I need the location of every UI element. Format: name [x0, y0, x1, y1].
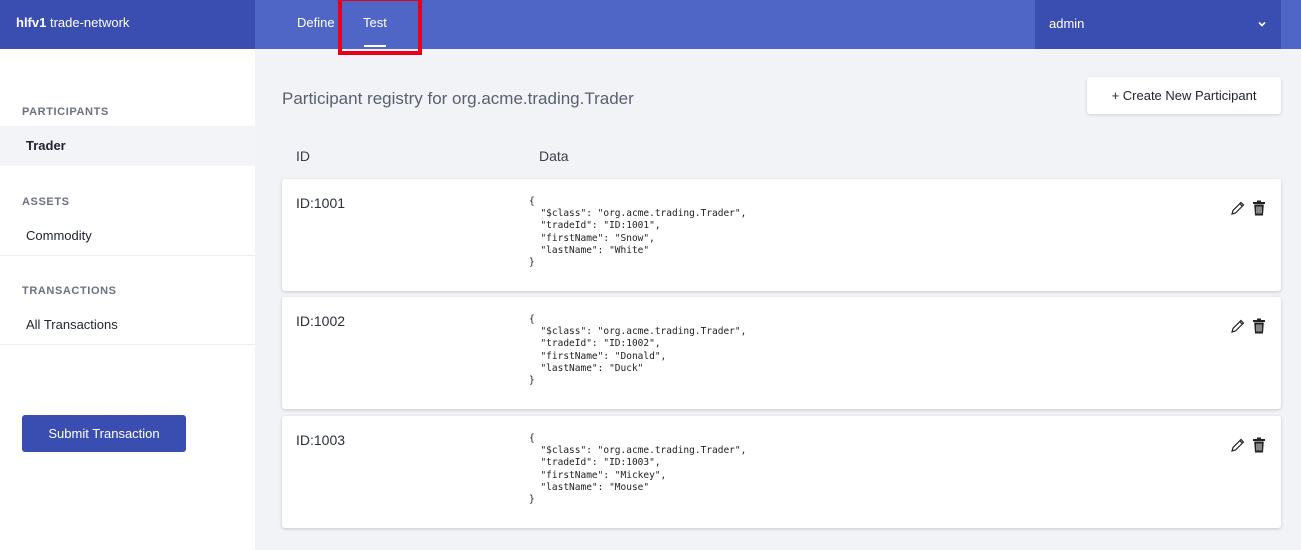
- submit-transaction-button[interactable]: Submit Transaction: [22, 415, 186, 452]
- brand-name: hlfv1: [16, 15, 47, 30]
- tab-test[interactable]: Test: [363, 0, 387, 49]
- row-data: { "$class": "org.acme.trading.Trader", "…: [529, 314, 747, 387]
- section-title-transactions: TRANSACTIONS: [22, 285, 117, 297]
- active-tab-indicator: [364, 45, 386, 47]
- user-name: admin: [1049, 16, 1085, 31]
- pencil-icon[interactable]: [1230, 437, 1246, 453]
- tab-define[interactable]: Define: [297, 0, 335, 49]
- pencil-icon[interactable]: [1230, 318, 1246, 334]
- trash-icon[interactable]: [1252, 437, 1266, 453]
- app-brand: hlfv1 trade-network: [0, 0, 255, 49]
- tab-test-label: Test: [363, 15, 387, 30]
- sidebar: PARTICIPANTS Trader ASSETS Commodity TRA…: [0, 49, 255, 550]
- trash-icon[interactable]: [1252, 318, 1266, 334]
- column-header-data: Data: [539, 148, 569, 164]
- section-title-participants: PARTICIPANTS: [22, 106, 109, 118]
- create-participant-button[interactable]: + Create New Participant: [1087, 77, 1281, 114]
- sidebar-item-trader[interactable]: Trader: [0, 126, 255, 166]
- brand-network: trade-network: [46, 15, 130, 30]
- pencil-icon[interactable]: [1230, 200, 1246, 216]
- sidebar-item-commodity[interactable]: Commodity: [0, 216, 255, 256]
- user-menu[interactable]: admin: [1035, 0, 1281, 49]
- chevron-down-icon: [1257, 0, 1267, 48]
- row-data: { "$class": "org.acme.trading.Trader", "…: [529, 433, 747, 506]
- table-row: ID:1003 { "$class": "org.acme.trading.Tr…: [282, 416, 1281, 528]
- table-row: ID:1001 { "$class": "org.acme.trading.Tr…: [282, 179, 1281, 291]
- top-bar: hlfv1 trade-network Define Test admin: [0, 0, 1301, 49]
- section-title-assets: ASSETS: [22, 196, 70, 208]
- row-id: ID:1002: [296, 313, 346, 329]
- trash-icon[interactable]: [1252, 200, 1266, 216]
- row-id: ID:1001: [296, 195, 346, 211]
- row-id: ID:1003: [296, 432, 346, 448]
- table-row: ID:1002 { "$class": "org.acme.trading.Tr…: [282, 297, 1281, 409]
- column-header-id: ID: [296, 148, 310, 164]
- page-title: Participant registry for org.acme.tradin…: [282, 89, 634, 108]
- row-data: { "$class": "org.acme.trading.Trader", "…: [529, 196, 747, 269]
- sidebar-item-all-transactions[interactable]: All Transactions: [0, 305, 255, 345]
